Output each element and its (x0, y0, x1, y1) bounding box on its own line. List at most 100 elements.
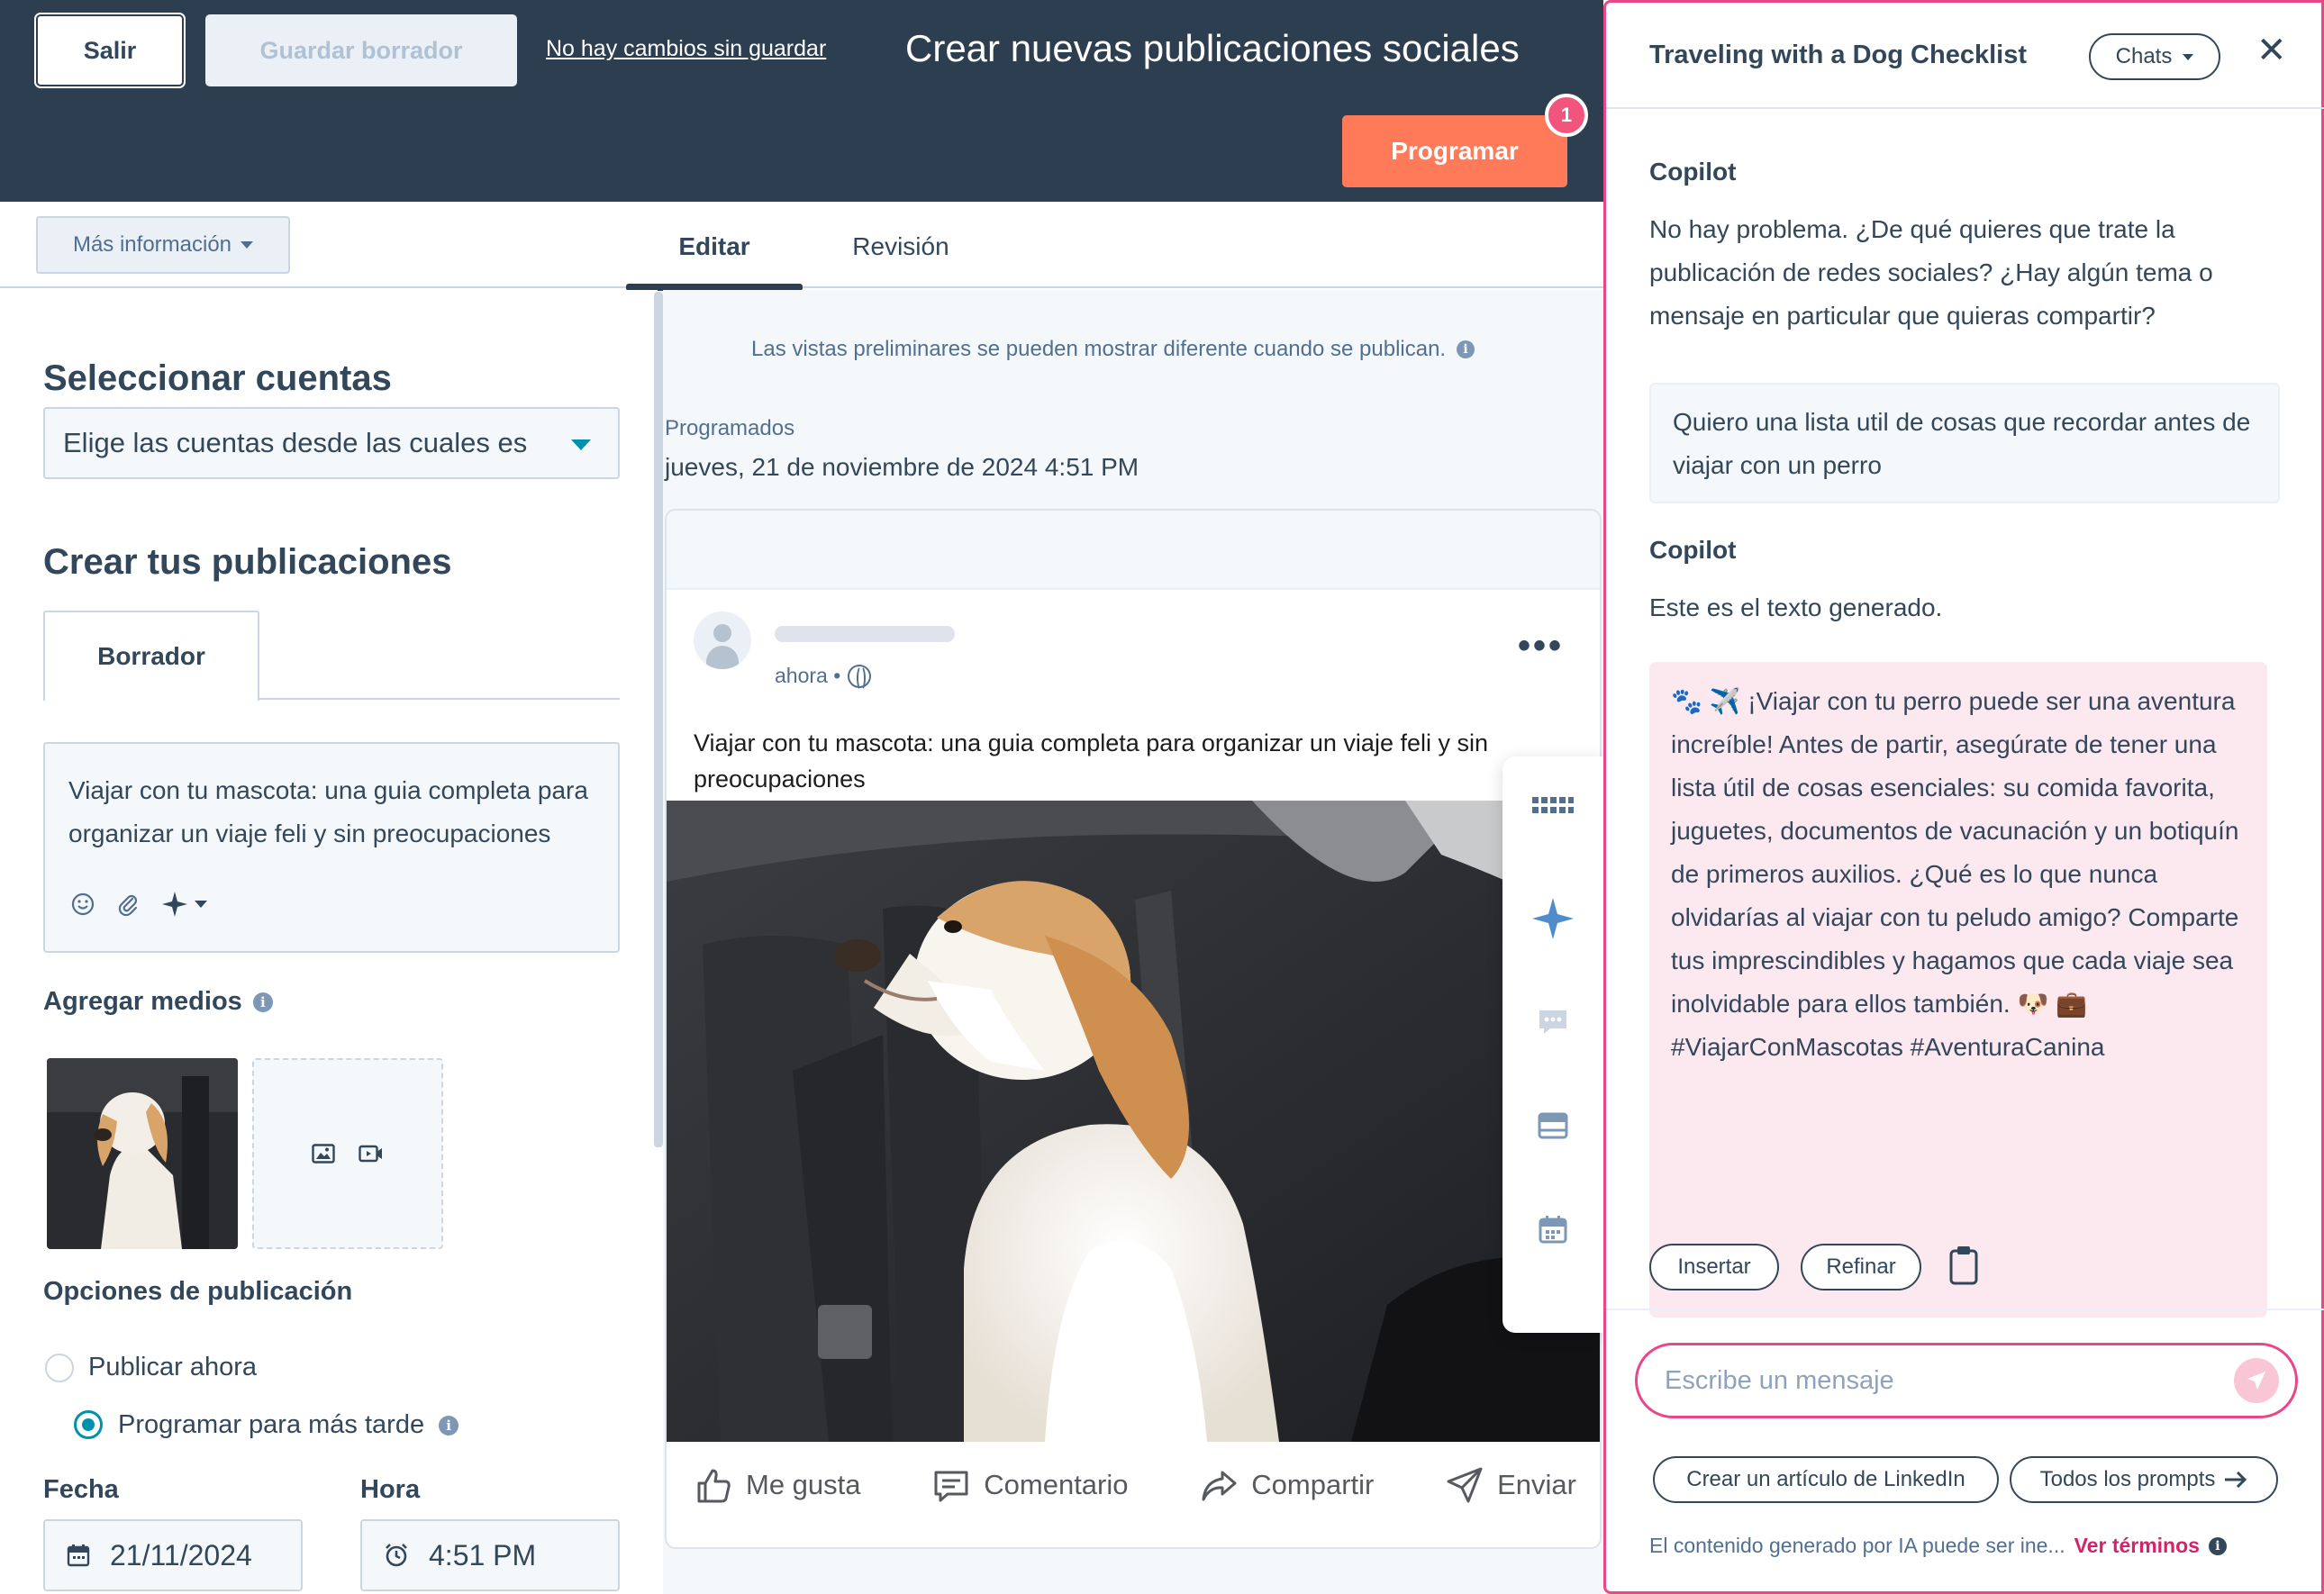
schedule-later-option[interactable]: Programar para más tarde i (118, 1410, 459, 1440)
send-button[interactable]: Enviar (1445, 1465, 1576, 1505)
accounts-dropdown-text: Elige las cuentas desde las cuales es (63, 427, 528, 458)
ai-assist-button[interactable] (160, 890, 207, 919)
dog-photo (667, 801, 1600, 1442)
video-upload-icon[interactable] (359, 1144, 384, 1164)
view-terms-link[interactable]: Ver términos (2074, 1534, 2200, 1558)
tab-underline (259, 698, 620, 700)
message-input[interactable]: Escribe un mensaje (1635, 1343, 2298, 1418)
grid-dots-icon (1532, 797, 1574, 813)
add-media-label: Agregar medios (43, 987, 242, 1016)
date-value: 21/11/2024 (110, 1538, 252, 1571)
send-label: Enviar (1497, 1469, 1576, 1500)
tabs-row: Más información Editar Revisión (0, 202, 1603, 291)
info-icon[interactable]: i (1457, 340, 1475, 358)
suggestion-linkedin-article[interactable]: Crear un artículo de LinkedIn (1653, 1456, 1999, 1503)
chat-header: Traveling with a Dog Checklist Chats ✕ (1606, 3, 2324, 109)
info-icon[interactable]: i (439, 1415, 459, 1436)
schedule-later-radio[interactable] (74, 1410, 103, 1439)
schedule-button[interactable]: Programar (1342, 115, 1567, 187)
share-icon (1202, 1471, 1237, 1501)
share-button[interactable]: Compartir (1199, 1465, 1374, 1505)
info-icon[interactable]: i (252, 992, 273, 1012)
arrow-right-icon (2225, 1471, 2247, 1489)
globe-icon (848, 664, 872, 691)
speaker-copilot: Copilot (1649, 158, 1737, 186)
insert-button[interactable]: Insertar (1649, 1244, 1779, 1291)
post-text: Viajar con tu mascota: una guia completa… (694, 729, 1488, 792)
draft-text[interactable]: Viajar con tu mascota: una guia completa… (68, 769, 609, 856)
schedule-later-label: Programar para más tarde (118, 1410, 425, 1439)
attachment-icon[interactable] (115, 892, 141, 917)
publish-now-radio[interactable] (45, 1354, 74, 1382)
generated-text: 🐾 ✈️ ¡Viajar con tu perro puede ser una … (1649, 662, 2267, 1318)
add-media-dropzone[interactable] (252, 1058, 443, 1249)
send-message-button[interactable] (2234, 1358, 2279, 1403)
chat-title: Traveling with a Dog Checklist (1649, 41, 2027, 69)
inbox-icon (1538, 1112, 1568, 1139)
paper-plane-icon (2247, 1372, 2265, 1390)
all-prompts-button[interactable]: Todos los prompts (2010, 1456, 2278, 1503)
more-options-icon[interactable]: ••• (1518, 628, 1564, 664)
media-thumbnail[interactable] (47, 1058, 238, 1249)
post-meta: ahora • (775, 664, 872, 691)
time-value: 4:51 PM (429, 1538, 537, 1571)
disclaimer-text: El contenido generado por IA puede ser i… (1649, 1534, 2065, 1557)
account-name-placeholder (775, 626, 955, 642)
bot-message: Este es el texto generado. (1649, 593, 1943, 621)
tab-review[interactable]: Revisión (829, 223, 973, 288)
refine-button[interactable]: Refinar (1801, 1244, 1921, 1291)
rail-chat-button[interactable] (1502, 973, 1603, 1072)
ai-disclaimer: El contenido generado por IA puede ser i… (1649, 1534, 2227, 1558)
date-field[interactable]: 21/11/2024 (43, 1519, 303, 1591)
more-info-button[interactable]: Más información (36, 216, 290, 274)
tab-draft[interactable]: Borrador (43, 611, 259, 701)
date-label: Fecha (43, 1475, 119, 1504)
share-label: Compartir (1251, 1469, 1375, 1500)
rail-inbox-button[interactable] (1502, 1076, 1603, 1175)
copilot-chat-panel: Traveling with a Dog Checklist Chats ✕ C… (1603, 0, 2324, 1594)
emoji-icon[interactable] (70, 892, 95, 917)
unsaved-changes-link[interactable]: No hay cambios sin guardar (546, 36, 826, 62)
notification-badge: 1 (1545, 94, 1588, 137)
publish-now-label[interactable]: Publicar ahora (88, 1353, 257, 1382)
thumbs-up-icon (697, 1469, 731, 1503)
comment-icon (934, 1471, 968, 1502)
alarm-clock-icon (386, 1544, 407, 1567)
post-card-top (667, 511, 1600, 590)
chat-footer: Escribe un mensaje Crear un artículo de … (1606, 1309, 2324, 1594)
send-icon (1447, 1467, 1483, 1503)
chat-bubble-icon (1539, 1010, 1566, 1034)
create-posts-heading: Crear tus publicaciones (43, 542, 452, 582)
scheduled-date: jueves, 21 de noviembre de 2024 4:51 PM (665, 453, 1139, 481)
all-prompts-label: Todos los prompts (2039, 1467, 2216, 1491)
select-accounts-heading: Seleccionar cuentas (43, 358, 392, 398)
chats-dropdown[interactable]: Chats (2089, 33, 2220, 80)
top-header: Salir Guardar borrador No hay cambios si… (0, 0, 1603, 202)
post-preview-card: ahora • ••• Viajar con tu mascota: una g… (665, 509, 1602, 1549)
draft-editor[interactable]: Viajar con tu mascota: una guia completa… (43, 742, 620, 953)
close-icon[interactable]: ✕ (2256, 30, 2287, 71)
rail-copilot-button[interactable] (1502, 869, 1603, 968)
rail-grid-button[interactable] (1502, 756, 1603, 856)
tab-edit[interactable]: Editar (626, 223, 803, 291)
post-actions: Me gusta Comentario Compartir Enviar (667, 1465, 1600, 1505)
left-scrollbar[interactable] (654, 292, 663, 1147)
scheduled-label: Programados (665, 416, 795, 440)
clipboard-icon[interactable] (1948, 1244, 1979, 1287)
avatar (694, 611, 751, 669)
info-icon[interactable]: i (2208, 1536, 2227, 1555)
save-draft-button[interactable]: Guardar borrador (205, 14, 517, 86)
like-button[interactable]: Me gusta (694, 1465, 861, 1505)
rail-calendar-button[interactable] (1502, 1180, 1603, 1279)
comment-button[interactable]: Comentario (931, 1465, 1129, 1505)
publish-options-heading: Opciones de publicación (43, 1277, 353, 1306)
message-placeholder: Escribe un mensaje (1665, 1365, 1894, 1395)
accounts-dropdown[interactable]: Elige las cuentas desde las cuales es (43, 407, 620, 479)
exit-button[interactable]: Salir (34, 13, 186, 88)
comment-label: Comentario (984, 1469, 1129, 1500)
more-info-label: Más información (72, 232, 232, 257)
time-field[interactable]: 4:51 PM (360, 1519, 620, 1591)
like-label: Me gusta (746, 1469, 861, 1500)
image-upload-icon[interactable] (312, 1144, 335, 1164)
add-media-heading: Agregar medios i (43, 987, 273, 1017)
